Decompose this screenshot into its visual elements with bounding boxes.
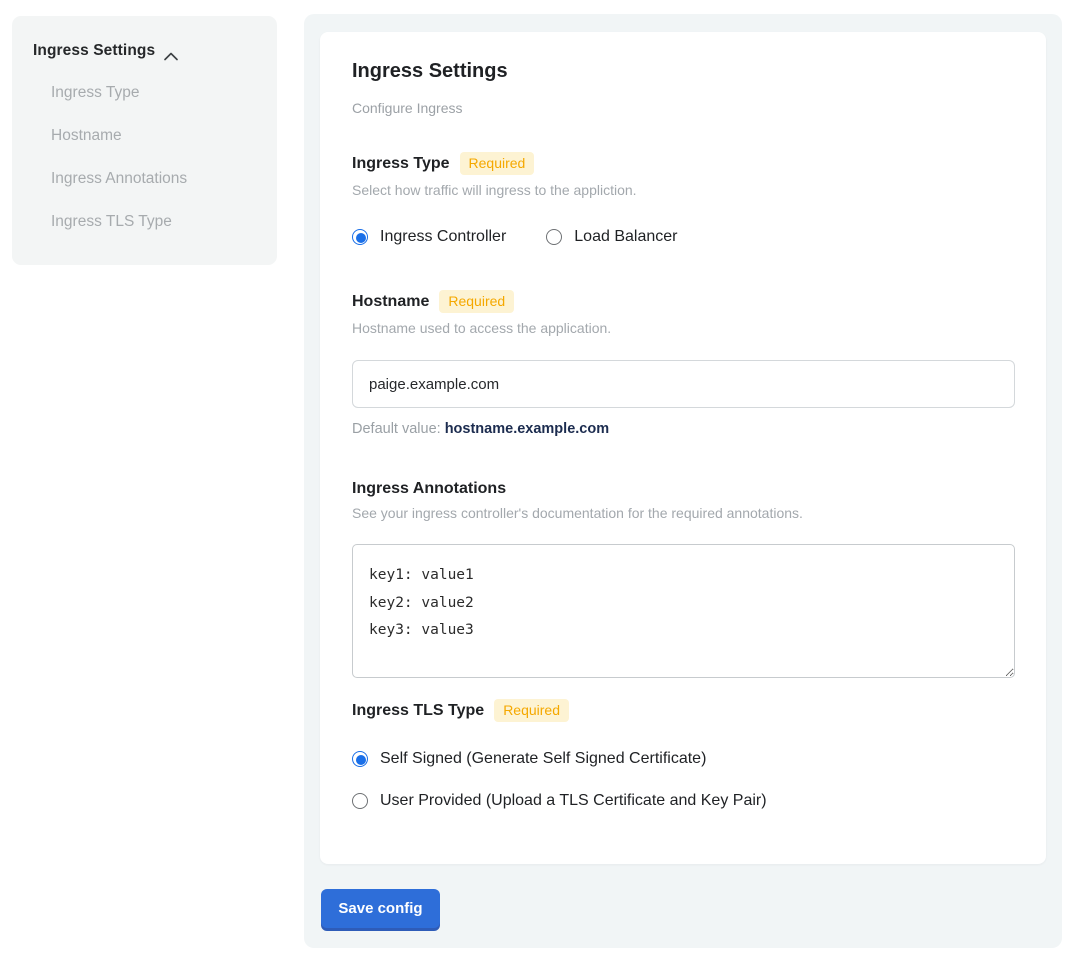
save-config-button[interactable]: Save config	[321, 889, 440, 928]
radio-load-balancer[interactable]: Load Balancer	[546, 228, 677, 246]
required-badge: Required	[460, 152, 535, 175]
settings-panel: Ingress Settings Configure Ingress Ingre…	[304, 14, 1062, 948]
sidebar-item-ingress-annotations[interactable]: Ingress Annotations	[51, 170, 257, 188]
ingress-tls-type-label: Ingress TLS Type	[352, 702, 484, 720]
required-badge: Required	[439, 290, 514, 313]
ingress-annotations-label: Ingress Annotations	[352, 480, 506, 498]
radio-button-icon[interactable]	[352, 751, 368, 767]
hostname-default-line: Default value: hostname.example.com	[352, 421, 1014, 437]
radio-ingress-controller[interactable]: Ingress Controller	[352, 228, 506, 246]
chevron-up-icon[interactable]	[164, 48, 178, 57]
sidebar-item-ingress-tls-type[interactable]: Ingress TLS Type	[51, 213, 257, 231]
ingress-type-description: Select how traffic will ingress to the a…	[352, 182, 1014, 198]
radio-button-icon[interactable]	[352, 793, 368, 809]
radio-button-icon[interactable]	[352, 229, 368, 245]
default-value-text: hostname.example.com	[445, 421, 609, 437]
sidebar-section-toggle[interactable]: Ingress Settings	[33, 42, 257, 60]
sidebar-item-hostname[interactable]: Hostname	[51, 127, 257, 145]
sidebar-item-ingress-type[interactable]: Ingress Type	[51, 84, 257, 102]
radio-label: User Provided (Upload a TLS Certificate …	[380, 792, 767, 810]
card-title: Ingress Settings	[352, 60, 1014, 83]
radio-button-icon[interactable]	[546, 229, 562, 245]
section-ingress-type: Ingress Type Required Select how traffic…	[352, 152, 1014, 246]
section-hostname: Hostname Required Hostname used to acces…	[352, 290, 1014, 437]
card-subtitle: Configure Ingress	[352, 100, 1014, 116]
hostname-label: Hostname	[352, 293, 429, 311]
radio-label: Ingress Controller	[380, 228, 506, 246]
radio-user-provided[interactable]: User Provided (Upload a TLS Certificate …	[352, 792, 1014, 810]
hostname-input[interactable]	[352, 360, 1015, 408]
settings-sidebar: Ingress Settings Ingress Type Hostname I…	[12, 16, 277, 265]
ingress-settings-card: Ingress Settings Configure Ingress Ingre…	[320, 32, 1046, 864]
ingress-type-radio-group: Ingress Controller Load Balancer	[352, 228, 1014, 246]
required-badge: Required	[494, 699, 569, 722]
ingress-type-label: Ingress Type	[352, 155, 450, 173]
radio-label: Self Signed (Generate Self Signed Certif…	[380, 750, 706, 768]
default-value-label: Default value:	[352, 421, 445, 437]
radio-self-signed[interactable]: Self Signed (Generate Self Signed Certif…	[352, 750, 1014, 768]
sidebar-section-title: Ingress Settings	[33, 42, 155, 60]
section-ingress-tls-type: Ingress TLS Type Required Self Signed (G…	[352, 699, 1014, 810]
ingress-annotations-description: See your ingress controller's documentat…	[352, 505, 1014, 521]
section-ingress-annotations: Ingress Annotations See your ingress con…	[352, 480, 1014, 678]
ingress-annotations-textarea[interactable]: key1: value1 key2: value2 key3: value3	[352, 544, 1015, 678]
page: Ingress Settings Ingress Type Hostname I…	[0, 0, 1090, 969]
radio-label: Load Balancer	[574, 228, 677, 246]
ingress-tls-radio-group: Self Signed (Generate Self Signed Certif…	[352, 750, 1014, 810]
sidebar-items: Ingress Type Hostname Ingress Annotation…	[33, 84, 257, 231]
hostname-description: Hostname used to access the application.	[352, 320, 1014, 336]
